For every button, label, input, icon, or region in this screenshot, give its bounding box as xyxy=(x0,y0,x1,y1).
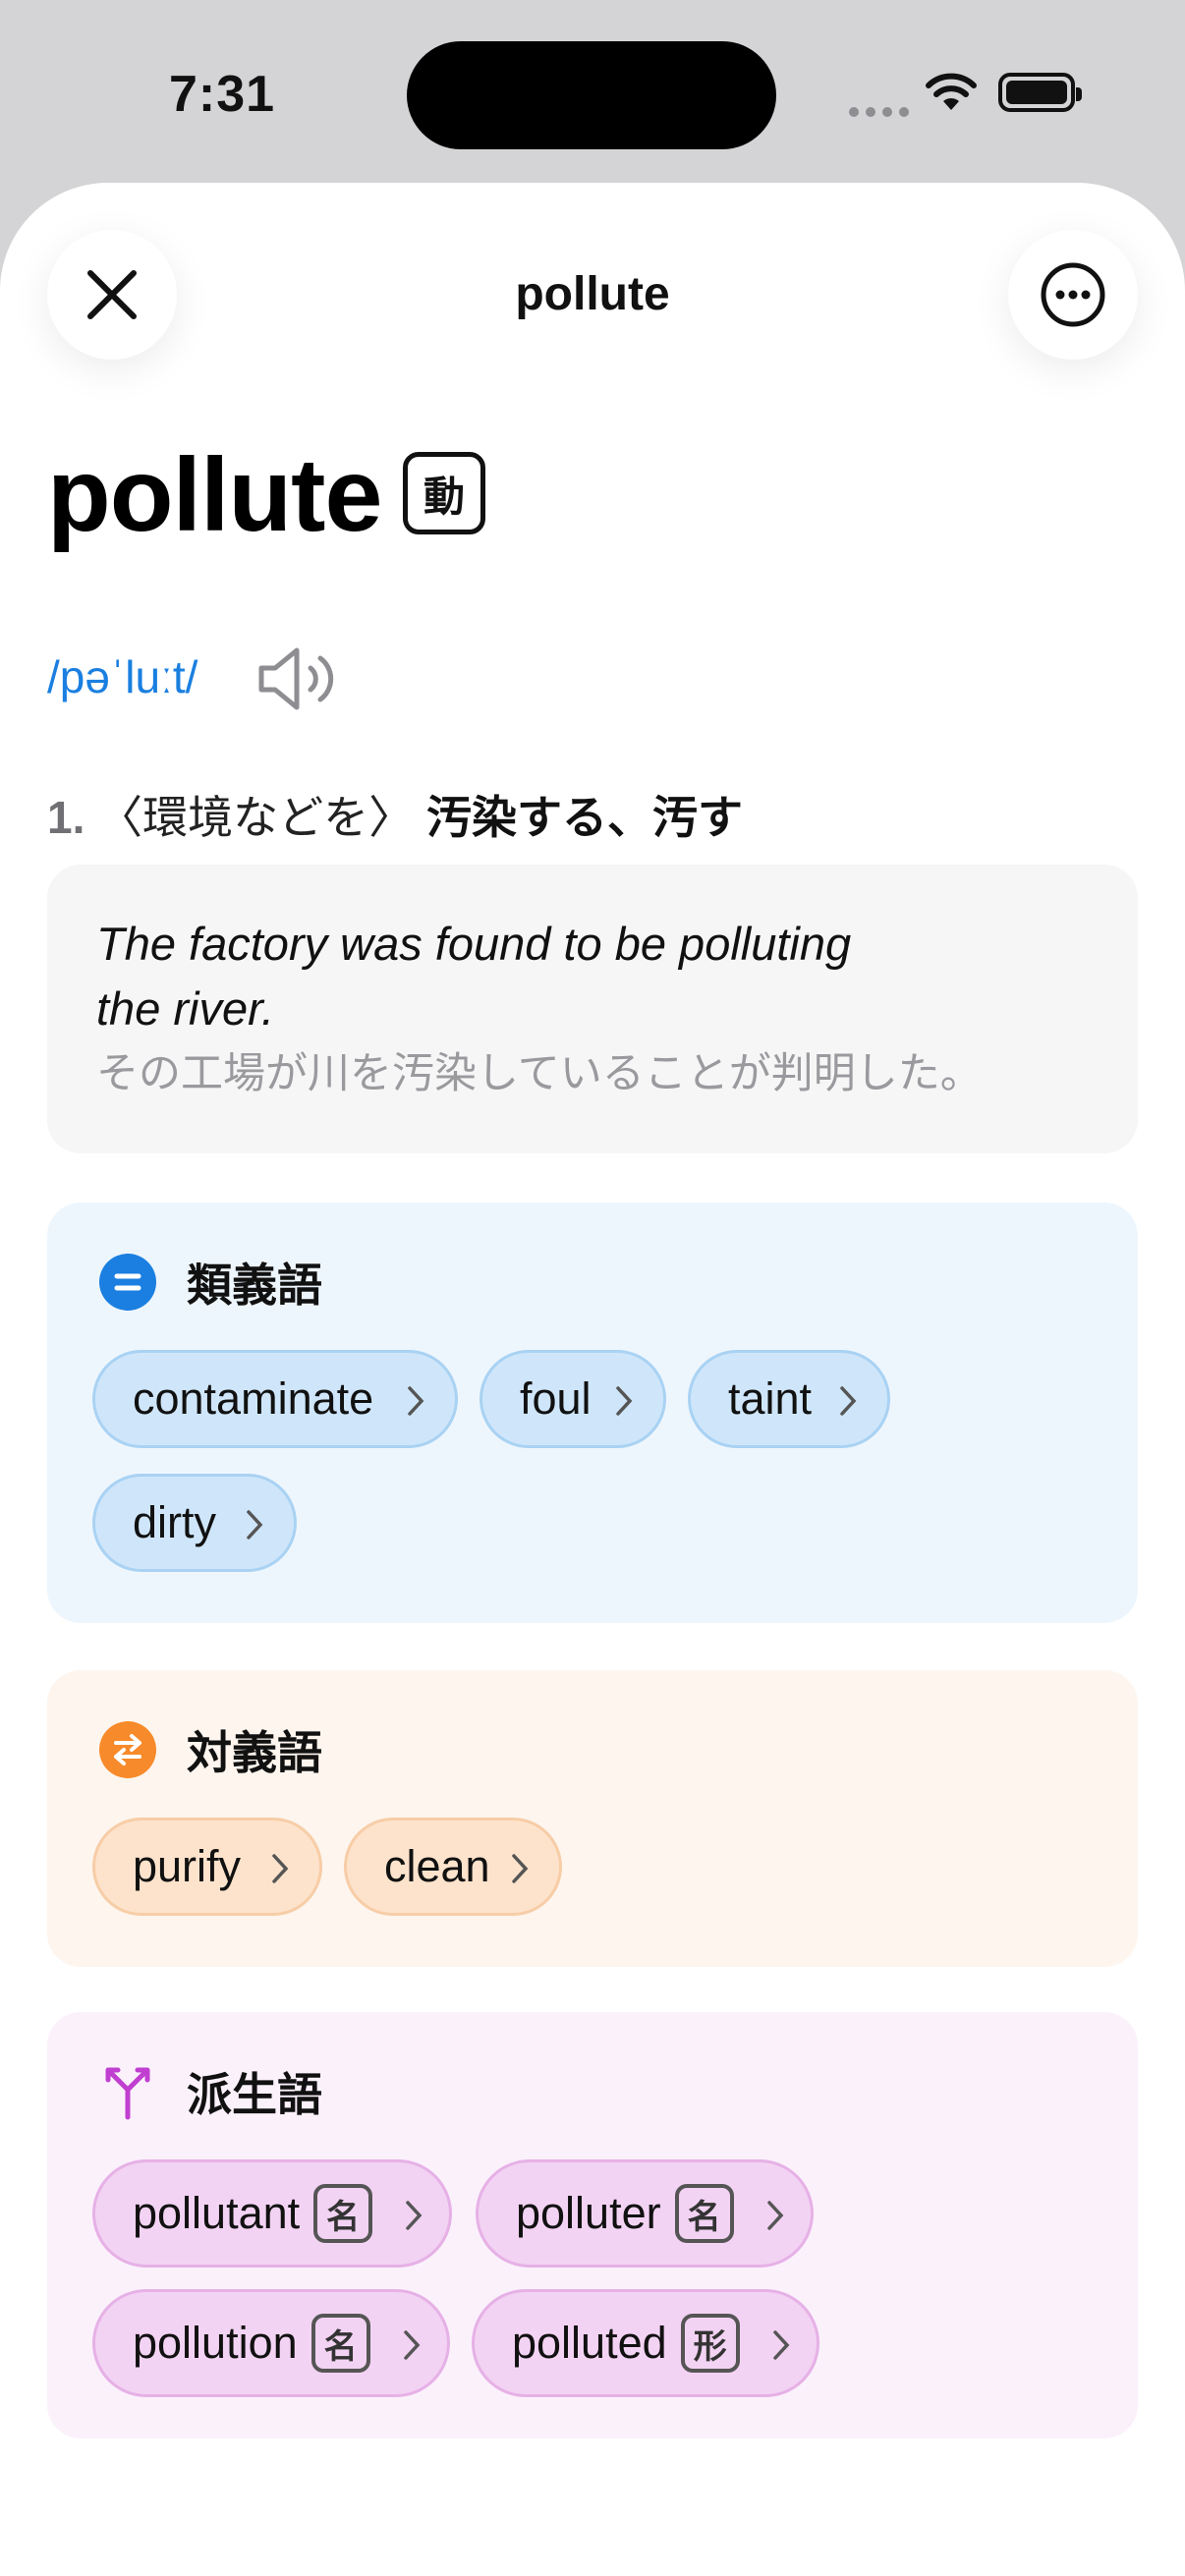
more-options-icon xyxy=(1041,262,1105,327)
swap-arrows-icon xyxy=(99,1721,156,1778)
status-time: 7:31 xyxy=(169,66,276,123)
example-english: The factory was found to be polluting th… xyxy=(96,912,981,1041)
definition-context: 〈環境などを〉 xyxy=(97,792,415,843)
pos-tag: 形 xyxy=(680,2314,740,2373)
chevron-right-icon xyxy=(840,1386,857,1416)
antonyms-header: 対義語 xyxy=(98,1717,322,1782)
pos-tag: 名 xyxy=(674,2184,734,2243)
chip-label: purify xyxy=(133,1841,242,1891)
definition-meaning: 汚染する、汚す xyxy=(425,792,743,843)
pronunciation: /pəˈluːt/ xyxy=(47,651,198,702)
synonym-chip-dirty[interactable]: dirty xyxy=(92,1474,297,1572)
derivatives-title: 派生語 xyxy=(187,2069,322,2120)
synonyms-title: 類義語 xyxy=(187,1260,322,1311)
chevron-right-icon xyxy=(406,2201,423,2230)
chip-label: foul xyxy=(520,1373,592,1424)
example-sentence-card: The factory was found to be polluting th… xyxy=(47,865,1138,1153)
antonym-chip-clean[interactable]: clean xyxy=(344,1818,562,1916)
definition: 1. 〈環境などを〉 汚染する、汚す xyxy=(47,782,743,847)
word-detail-sheet: pollute pollute 動 /pəˈluːt/ 1. 〈環境などを〉 汚… xyxy=(0,183,1185,2576)
pos-tag: 名 xyxy=(310,2314,370,2373)
chevron-right-icon xyxy=(247,1510,263,1540)
chip-label: taint xyxy=(728,1373,813,1424)
dynamic-island xyxy=(407,41,776,149)
cellular-signal-icon xyxy=(849,104,916,122)
example-english-line-1: The factory was found to be polluting xyxy=(96,918,852,970)
chevron-right-icon xyxy=(404,2330,421,2360)
chevron-right-icon xyxy=(512,1854,529,1883)
synonym-chip-contaminate[interactable]: contaminate xyxy=(92,1350,458,1448)
chevron-right-icon xyxy=(767,2201,784,2230)
branch-icon xyxy=(105,2067,150,2120)
chip-label: contaminate xyxy=(133,1373,374,1424)
derivative-chip-polluter[interactable]: polluter 名 xyxy=(476,2159,814,2268)
chevron-right-icon xyxy=(272,1854,289,1883)
derivative-chip-polluted[interactable]: polluted 形 xyxy=(472,2289,819,2397)
synonym-chip-taint[interactable]: taint xyxy=(688,1350,890,1448)
status-bar: 7:31 xyxy=(0,0,1185,187)
synonyms-card: 類義語 contaminate foul taint dirty xyxy=(47,1203,1138,1623)
chip-label: polluter xyxy=(516,2188,661,2238)
headword: pollute xyxy=(47,437,382,553)
example-japanese: その工場が川を汚染していることが判明した。 xyxy=(96,1050,983,1097)
derivatives-card: 派生語 pollutant 名 polluter 名 pollution 名 p… xyxy=(47,2012,1138,2438)
definition-number: 1. xyxy=(47,792,85,843)
chip-label: pollution xyxy=(133,2318,298,2368)
chevron-right-icon xyxy=(773,2330,790,2360)
chip-label: polluted xyxy=(512,2318,667,2368)
equals-icon xyxy=(99,1254,156,1311)
chip-label: pollutant xyxy=(133,2188,301,2238)
antonym-chip-purify[interactable]: purify xyxy=(92,1818,322,1916)
chip-label: clean xyxy=(384,1841,490,1891)
synonyms-header: 類義語 xyxy=(98,1250,322,1315)
synonym-chip-foul[interactable]: foul xyxy=(480,1350,666,1448)
part-of-speech-badge: 動 xyxy=(403,452,485,534)
wifi-icon xyxy=(926,73,977,110)
example-english-line-2: the river. xyxy=(96,982,275,1035)
more-options-button[interactable] xyxy=(1008,230,1138,360)
chevron-right-icon xyxy=(408,1386,424,1416)
battery-icon xyxy=(998,73,1082,112)
chip-label: dirty xyxy=(133,1497,217,1547)
speaker-icon[interactable] xyxy=(257,646,340,711)
antonyms-card: 対義語 purify clean xyxy=(47,1670,1138,1967)
derivative-chip-pollution[interactable]: pollution 名 xyxy=(92,2289,450,2397)
derivative-chip-pollutant[interactable]: pollutant 名 xyxy=(92,2159,452,2268)
derivatives-header: 派生語 xyxy=(98,2059,322,2124)
chevron-right-icon xyxy=(616,1386,633,1416)
pos-tag: 名 xyxy=(313,2184,373,2243)
antonyms-title: 対義語 xyxy=(187,1727,322,1778)
